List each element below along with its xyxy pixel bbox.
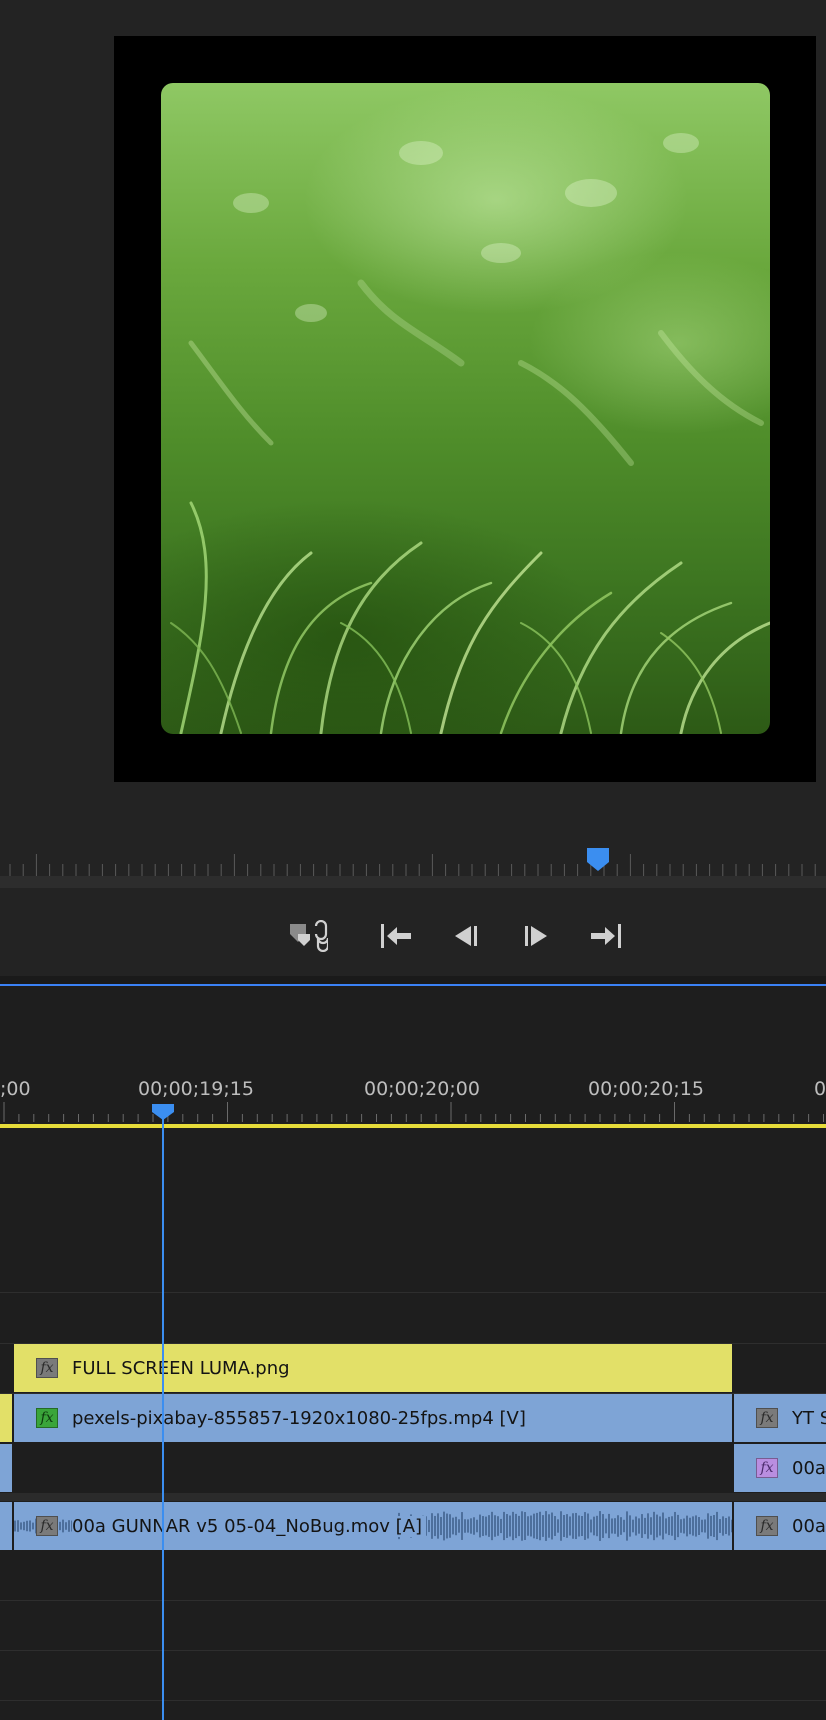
fx-badge-icon[interactable]: fx xyxy=(756,1458,778,1478)
clip-00a-audio[interactable]: fx 00a xyxy=(734,1502,826,1550)
timecode-label: 00;00;20;15 xyxy=(588,1078,704,1100)
fx-badge-icon[interactable]: fx xyxy=(36,1516,58,1536)
go-to-out-button[interactable] xyxy=(584,914,628,958)
step-back-button[interactable] xyxy=(444,914,488,958)
step-back-icon xyxy=(455,926,477,946)
monitor-scroll-bar[interactable] xyxy=(0,876,826,888)
fx-badge-icon[interactable]: fx xyxy=(36,1408,58,1428)
clip-gunnar-audio[interactable]: fx 00a GUNNAR v5 05-04_NoBug.mov [A] xyxy=(14,1502,732,1550)
go-to-in-button[interactable] xyxy=(374,914,418,958)
add-marker-link-button[interactable] xyxy=(286,914,330,958)
panel-divider[interactable] xyxy=(0,976,826,984)
clip-name: 00a xyxy=(792,1515,826,1537)
go-to-in-icon xyxy=(381,924,411,948)
timecode-label: 00;00;20;00 xyxy=(364,1078,480,1100)
playhead-line[interactable] xyxy=(162,1112,164,1720)
fx-badge-icon[interactable]: fx xyxy=(36,1358,58,1378)
timecode-label: 00;00;19;15 xyxy=(138,1078,254,1100)
clip-audio-edge[interactable] xyxy=(0,1502,12,1550)
clip-name: YT S xyxy=(792,1407,826,1429)
video-audio-divider xyxy=(0,1493,826,1501)
clip-name: FULL SCREEN LUMA.png xyxy=(72,1357,290,1379)
track-separator xyxy=(0,1292,826,1293)
add-marker-link-icon xyxy=(290,920,328,952)
timecode-label: ;00 xyxy=(0,1078,31,1100)
work-area-bar[interactable] xyxy=(0,1124,826,1128)
video-preview-grass[interactable] xyxy=(161,83,770,734)
clip-full-screen-luma[interactable]: fx FULL SCREEN LUMA.png xyxy=(14,1344,732,1392)
monitor-time-ruler[interactable] xyxy=(0,846,826,876)
timecode-label: 0 xyxy=(814,1078,826,1100)
clip-yt-s[interactable]: fx YT S xyxy=(734,1394,826,1442)
clip-blue-edge[interactable] xyxy=(0,1444,12,1492)
step-forward-button[interactable] xyxy=(514,914,558,958)
clip-00a-video[interactable]: fx 00a xyxy=(734,1444,826,1492)
playhead-handle[interactable] xyxy=(152,1104,174,1120)
clip-name: 00a xyxy=(792,1457,826,1479)
clip-name: 00a GUNNAR v5 05-04_NoBug.mov [A] xyxy=(72,1515,427,1537)
fx-badge-icon[interactable]: fx xyxy=(756,1516,778,1536)
track-separator xyxy=(0,1600,826,1601)
fx-badge-icon[interactable]: fx xyxy=(756,1408,778,1428)
track-separator xyxy=(0,1650,826,1651)
clip-pexels-video[interactable]: fx pexels-pixabay-855857-1920x1080-25fps… xyxy=(14,1394,732,1442)
track-separator xyxy=(0,1700,826,1701)
go-to-out-icon xyxy=(591,924,621,948)
step-forward-icon xyxy=(525,926,547,946)
clip-name: pexels-pixabay-855857-1920x1080-25fps.mp… xyxy=(72,1407,526,1429)
